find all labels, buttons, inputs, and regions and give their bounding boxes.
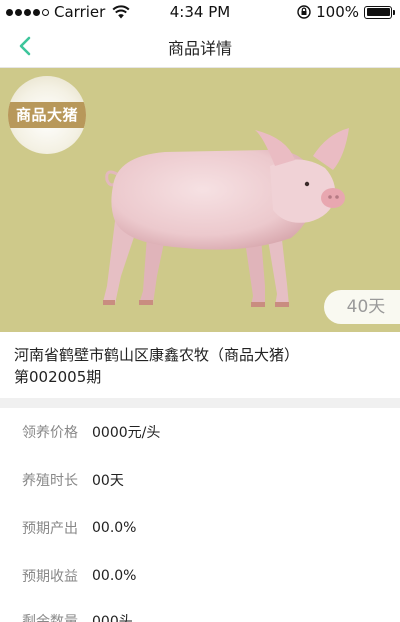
- detail-row-expected-output: 预期产出 00.0%: [22, 518, 136, 538]
- battery-icon: [364, 5, 395, 19]
- product-title-block: 河南省鹤壁市鹤山区康鑫农牧（商品大猪） 第002005期: [0, 332, 400, 398]
- category-badge-label: 商品大猪: [8, 102, 86, 128]
- status-bar: Carrier 4:34 PM 100%: [0, 0, 400, 24]
- detail-row-remaining: 剩余数量 000头: [22, 611, 133, 622]
- detail-label: 预期收益: [22, 569, 78, 585]
- detail-row-price: 领养价格 0000元/头: [22, 422, 160, 442]
- product-image: 商品大猪 40天: [0, 68, 400, 332]
- detail-label: 剩余数量: [22, 614, 78, 622]
- detail-row-expected-return: 预期收益 00.0%: [22, 566, 136, 586]
- detail-value: 000头: [92, 614, 133, 622]
- detail-value: 00.0%: [92, 568, 137, 584]
- detail-value: 0000元/头: [92, 425, 161, 441]
- days-tag: 40天: [324, 290, 400, 324]
- detail-label: 养殖时长: [22, 473, 78, 489]
- section-divider: [0, 398, 400, 408]
- pig-image: [103, 128, 349, 307]
- product-title-line2: 第002005期: [14, 368, 102, 386]
- detail-label: 领养价格: [22, 425, 78, 441]
- rotation-lock-icon: [297, 5, 311, 19]
- product-details-list: 领养价格 0000元/头 养殖时长 00天 预期产出 00.0% 预期收益 00…: [0, 408, 400, 622]
- navigation-bar: 商品详情: [0, 24, 400, 68]
- detail-value: 00.0%: [92, 520, 137, 536]
- detail-row-duration: 养殖时长 00天: [22, 470, 124, 490]
- category-badge: 商品大猪: [8, 76, 86, 154]
- status-right: 100%: [297, 3, 395, 21]
- detail-label: 预期产出: [22, 521, 78, 537]
- detail-value: 00天: [92, 473, 124, 489]
- battery-percentage: 100%: [316, 3, 359, 21]
- page-title: 商品详情: [167, 39, 232, 58]
- product-title-line1: 河南省鹤壁市鹤山区康鑫农牧（商品大猪）: [14, 346, 300, 364]
